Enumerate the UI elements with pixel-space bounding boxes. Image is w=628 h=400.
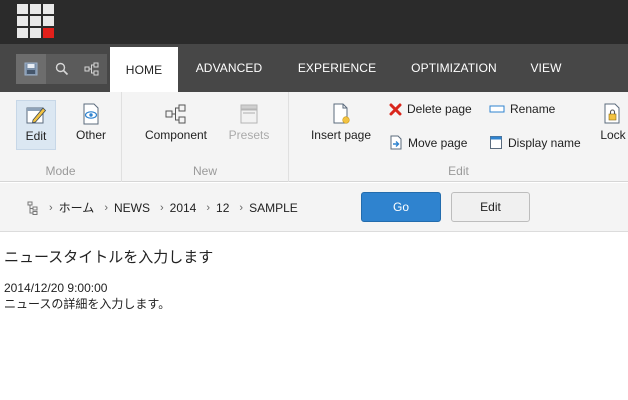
news-date[interactable]: 2014/12/20 9:00:00 bbox=[4, 281, 107, 295]
ribbon-group-new: Component Presets New bbox=[122, 92, 289, 182]
move-page-label: Move page bbox=[408, 135, 468, 150]
breadcrumb-item-home[interactable]: ホーム bbox=[59, 199, 95, 216]
save-icon bbox=[24, 62, 38, 76]
rename-button[interactable]: Rename bbox=[489, 102, 555, 116]
component-icon bbox=[165, 104, 186, 124]
launchpad-grid-icon[interactable] bbox=[17, 4, 54, 38]
lock-button[interactable]: Lock bbox=[599, 103, 627, 142]
edit-mode-button[interactable]: Edit bbox=[16, 100, 56, 150]
group-label-new: New bbox=[192, 164, 217, 178]
ribbon-group-mode: Edit Other Mode bbox=[0, 92, 122, 182]
breadcrumb-separator-icon: › bbox=[206, 201, 211, 214]
page-content: ニュースタイトルを入力します 2014/12/20 9:00:00 ニュースの詳… bbox=[0, 232, 628, 400]
breadcrumb-separator-icon: › bbox=[49, 201, 53, 214]
rename-label: Rename bbox=[510, 102, 556, 116]
ribbon-tab-strip: HOME ADVANCED EXPERIENCE OPTIMIZATION VI… bbox=[0, 44, 628, 92]
breadcrumb-bar: › ホーム › NEWS › 2014 › 12 › SAMPLE Go Edi… bbox=[0, 183, 628, 232]
component-label: Component bbox=[144, 128, 208, 142]
lock-label: Lock bbox=[600, 128, 626, 142]
insert-page-label: Insert page bbox=[310, 128, 372, 142]
tab-view[interactable]: VIEW bbox=[518, 44, 574, 92]
lock-icon bbox=[604, 103, 620, 124]
ribbon: Edit Other Mode Component Presets New In… bbox=[0, 92, 628, 182]
news-title[interactable]: ニュースタイトルを入力します bbox=[4, 246, 213, 267]
group-label-mode: Mode bbox=[45, 164, 76, 178]
other-mode-button[interactable]: Other bbox=[71, 103, 111, 142]
display-name-label: Display name bbox=[508, 135, 581, 150]
top-bar bbox=[0, 0, 628, 44]
presets-label: Presets bbox=[228, 128, 270, 142]
move-page-icon bbox=[390, 135, 402, 150]
edit-pencil-icon bbox=[26, 107, 47, 124]
insert-page-button[interactable]: Insert page bbox=[305, 103, 377, 142]
breadcrumb-item-sample[interactable]: SAMPLE bbox=[249, 201, 298, 215]
other-mode-label: Other bbox=[75, 128, 106, 142]
edit-mode-label: Edit bbox=[25, 129, 47, 143]
component-button[interactable]: Component bbox=[142, 103, 210, 142]
delete-page-label: Delete page bbox=[407, 102, 472, 116]
breadcrumb-separator-icon: › bbox=[239, 201, 244, 214]
preview-eye-icon bbox=[83, 103, 99, 125]
breadcrumb: › ホーム › NEWS › 2014 › 12 › SAMPLE bbox=[27, 199, 298, 216]
breadcrumb-item-news[interactable]: NEWS bbox=[114, 201, 150, 215]
move-page-button[interactable]: Move page bbox=[389, 135, 467, 150]
group-label-edit: Edit bbox=[448, 164, 469, 178]
tree-structure-icon[interactable] bbox=[27, 201, 39, 215]
delete-page-button[interactable]: Delete page bbox=[389, 102, 472, 116]
breadcrumb-item-12[interactable]: 12 bbox=[216, 201, 229, 215]
breadcrumb-separator-icon: › bbox=[104, 201, 108, 214]
save-button[interactable] bbox=[16, 54, 46, 84]
search-button[interactable] bbox=[47, 54, 77, 84]
tab-advanced[interactable]: ADVANCED bbox=[182, 44, 276, 92]
tab-experience[interactable]: EXPERIENCE bbox=[287, 44, 387, 92]
breadcrumb-item-2014[interactable]: 2014 bbox=[170, 201, 197, 215]
go-button[interactable]: Go bbox=[361, 192, 441, 222]
tree-button[interactable] bbox=[77, 54, 107, 84]
presets-icon bbox=[240, 104, 258, 124]
ribbon-group-edit: Insert page Delete page Move page Rename bbox=[289, 92, 628, 182]
tab-optimization[interactable]: OPTIMIZATION bbox=[397, 44, 511, 92]
news-body[interactable]: ニュースの詳細を入力します。 bbox=[4, 295, 170, 312]
delete-x-icon bbox=[389, 103, 402, 115]
insert-page-icon bbox=[333, 103, 350, 124]
display-name-button[interactable]: Display name bbox=[489, 135, 581, 150]
search-icon bbox=[55, 62, 69, 76]
rename-field-icon bbox=[489, 105, 505, 113]
tab-home[interactable]: HOME bbox=[110, 47, 178, 92]
presets-button[interactable]: Presets bbox=[226, 103, 272, 142]
breadcrumb-separator-icon: › bbox=[159, 201, 164, 214]
tree-icon bbox=[84, 62, 99, 76]
quick-access-bar bbox=[16, 54, 107, 84]
display-name-icon bbox=[490, 136, 502, 149]
edit-button[interactable]: Edit bbox=[451, 192, 530, 222]
